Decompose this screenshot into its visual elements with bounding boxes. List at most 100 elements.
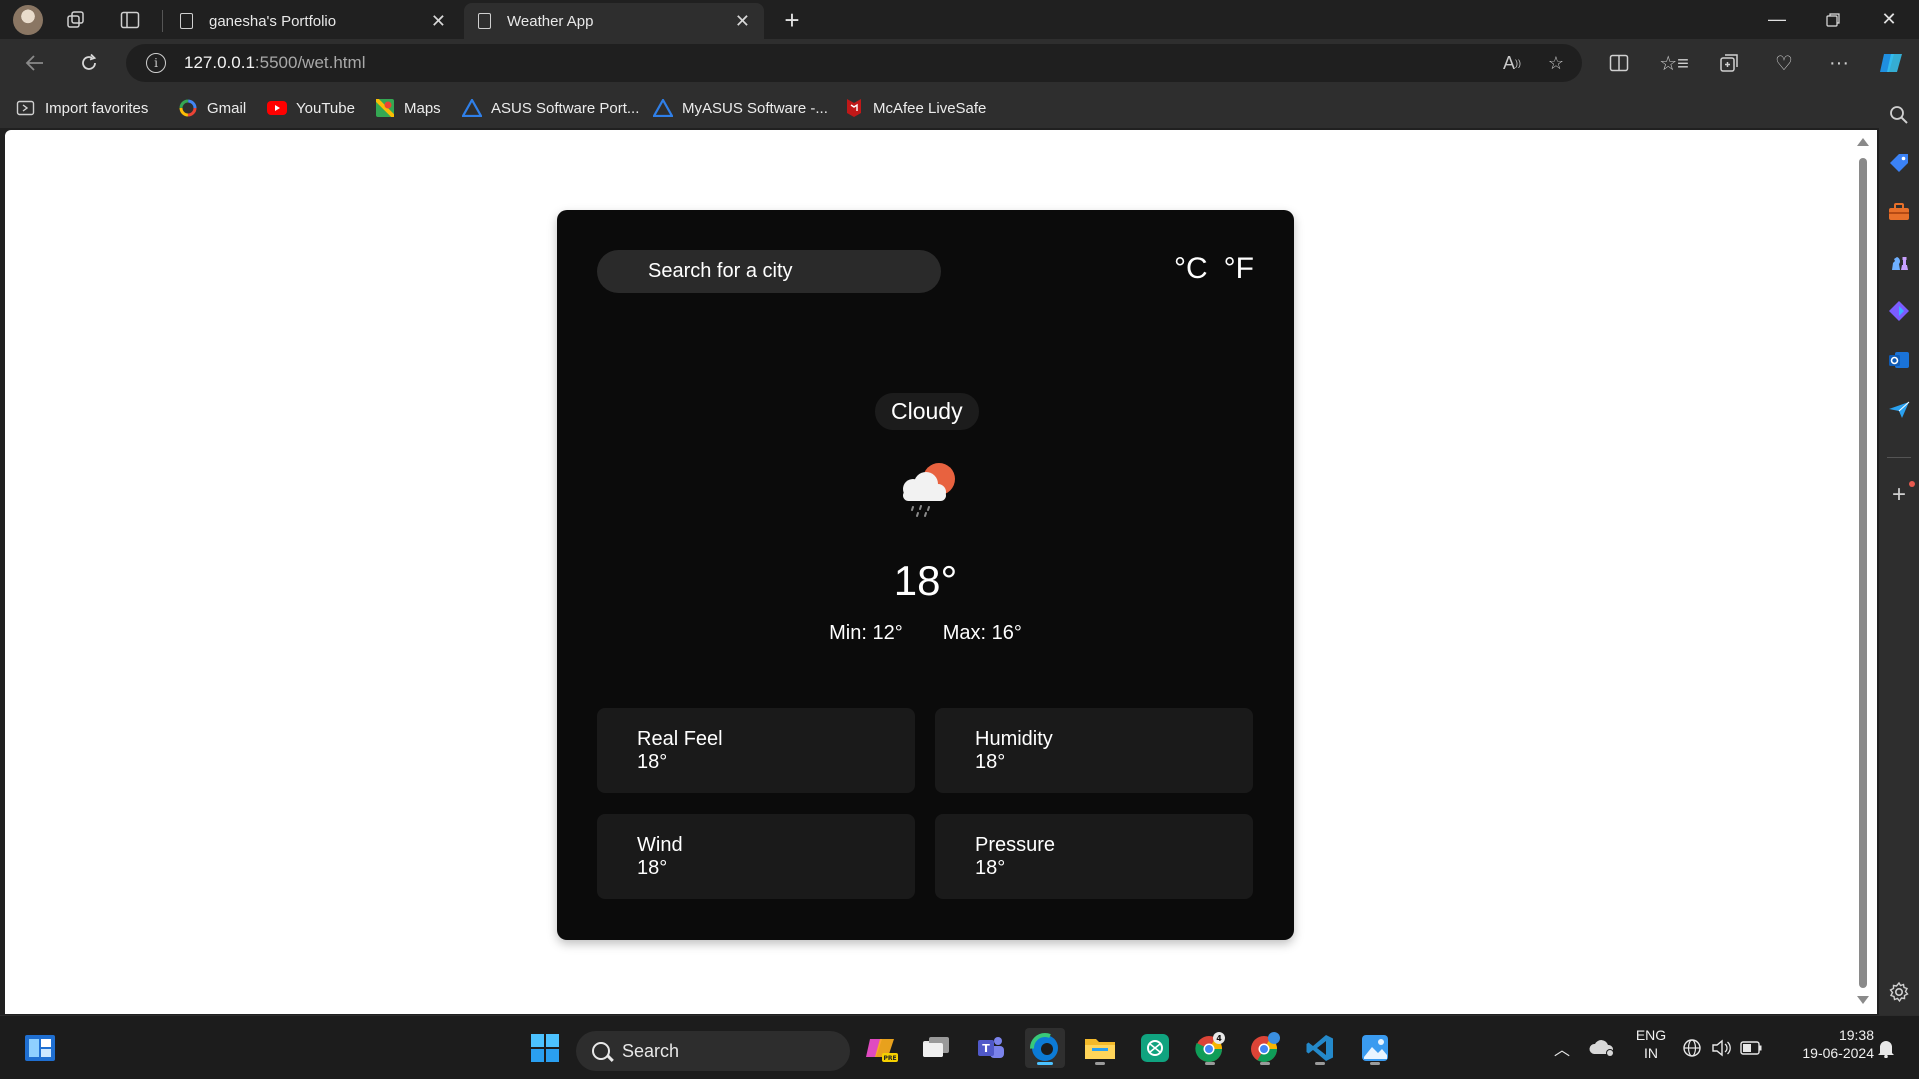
browser-essentials-button[interactable]: ♡ (1767, 47, 1801, 79)
send-paper-plane-icon (1889, 401, 1910, 418)
file-explorer-button[interactable] (1080, 1028, 1120, 1068)
profile-avatar[interactable] (12, 4, 44, 36)
onedrive-button[interactable] (1582, 1028, 1622, 1068)
scroll-up-arrow-icon[interactable] (1857, 138, 1869, 146)
sidebar-settings-button[interactable] (1885, 978, 1913, 1006)
active-app-indicator (1037, 1062, 1053, 1065)
taskbar-search[interactable]: Search (576, 1031, 850, 1071)
clock-time: 19:38 (1838, 1027, 1874, 1043)
vertical-tabs-button[interactable] (114, 4, 146, 36)
scrollbar-thumb[interactable] (1859, 158, 1867, 988)
asus-icon (653, 98, 673, 118)
sidebar-tools-button[interactable] (1885, 198, 1913, 226)
toolbox-icon (1889, 203, 1909, 220)
minimize-button[interactable]: — (1749, 0, 1805, 39)
split-screen-button[interactable] (1602, 47, 1636, 79)
copilot-taskbar-button[interactable]: PRE (862, 1028, 902, 1068)
input-language-indicator[interactable]: ENG IN (1630, 1026, 1672, 1062)
close-tab-icon[interactable]: ✕ (431, 11, 446, 32)
sidebar-outlook-button[interactable] (1885, 346, 1913, 374)
running-app-indicator (1370, 1062, 1380, 1065)
collections-icon (1720, 54, 1738, 72)
quick-settings-button[interactable] (1677, 1028, 1767, 1068)
chrome-badge-count: 4 (1216, 1034, 1222, 1043)
favorite-star-icon[interactable]: ☆ (1540, 52, 1572, 74)
start-button[interactable] (525, 1028, 565, 1068)
widgets-button[interactable] (20, 1028, 60, 1068)
back-button[interactable] (18, 47, 52, 79)
favorite-maps[interactable]: Maps (375, 96, 441, 120)
refresh-button[interactable] (72, 47, 106, 79)
sidebar-shopping-button[interactable] (1885, 149, 1913, 177)
copilot-button[interactable] (1875, 47, 1909, 79)
chatgpt-button[interactable] (1135, 1028, 1175, 1068)
city-search-input[interactable] (597, 250, 941, 293)
tab-weather-app[interactable]: Weather App ✕ (464, 3, 764, 39)
current-temperature: 18° (893, 557, 958, 604)
page-scrollbar[interactable] (1849, 130, 1877, 1014)
copilot-icon (1880, 54, 1902, 72)
vscode-button[interactable] (1300, 1028, 1340, 1068)
favorite-label: Gmail (207, 99, 247, 117)
detail-value: 18° (637, 857, 668, 879)
sidebar-copilot-designer-button[interactable] (1885, 297, 1913, 325)
folder-icon (1085, 1039, 1115, 1059)
new-tab-button[interactable]: + (776, 4, 808, 36)
notifications-button[interactable] (1866, 1028, 1906, 1068)
site-info-icon[interactable]: i (146, 53, 166, 73)
collections-button[interactable] (1712, 47, 1746, 79)
browser-toolbar: i 127.0.0.1:5500/wet.html A)) ☆ ☆≡ ♡ ··· (0, 39, 1919, 87)
running-app-indicator (1315, 1062, 1325, 1065)
favorite-gmail[interactable]: Gmail (178, 96, 246, 120)
pressure-card: Pressure 18° (935, 814, 1253, 899)
chatgpt-icon (1141, 1034, 1169, 1062)
favorite-import[interactable]: Import favorites (16, 96, 148, 120)
bell-icon (1878, 1041, 1894, 1058)
settings-more-button[interactable]: ··· (1822, 47, 1856, 79)
chevron-up-icon: ︿ (1553, 1042, 1570, 1059)
close-tab-icon[interactable]: ✕ (735, 11, 750, 32)
favorites-bar: Import favorites Gmail YouTube Maps ASUS… (0, 87, 1879, 128)
favorite-asus-software-portal[interactable]: ASUS Software Port... (462, 96, 639, 120)
favorite-mcafee[interactable]: McAfee LiveSafe (844, 96, 986, 120)
cloudy-rain-icon (903, 463, 955, 517)
favorites-button[interactable]: ☆≡ (1657, 47, 1691, 79)
sidebar-search-button[interactable] (1885, 101, 1913, 129)
restore-button[interactable] (1805, 0, 1861, 39)
clock[interactable]: 19:38 19-06-2024 (1780, 1026, 1874, 1062)
edge-taskbar-button[interactable] (1025, 1028, 1065, 1068)
teams-icon: T (978, 1037, 1004, 1058)
address-bar[interactable]: i 127.0.0.1:5500/wet.html A)) ☆ (126, 44, 1582, 82)
edge-sidebar: + (1879, 87, 1919, 1015)
designer-icon (1889, 301, 1909, 321)
detail-value: 18° (975, 751, 1006, 773)
celsius-button[interactable]: °C (1174, 252, 1208, 286)
sidebar-drop-button[interactable] (1885, 396, 1913, 424)
battery-icon (1740, 1041, 1762, 1055)
show-hidden-icons-button[interactable]: ︿ (1542, 1028, 1582, 1068)
tab-portfolio[interactable]: ganesha's Portfolio ✕ (166, 3, 460, 39)
favorite-label: MyASUS Software -... (682, 99, 828, 117)
favorite-youtube[interactable]: YouTube (267, 96, 355, 120)
globe-network-icon (1682, 1039, 1701, 1057)
favorite-myasus-software[interactable]: MyASUS Software -... (653, 96, 828, 120)
detail-value: 18° (975, 857, 1006, 879)
min-temperature: Min: 12° (829, 622, 903, 644)
scroll-down-arrow-icon[interactable] (1857, 996, 1869, 1004)
tab-title: ganesha's Portfolio (209, 12, 337, 30)
copilot-pre-icon: PRE (866, 1039, 898, 1062)
task-view-button[interactable] (916, 1028, 956, 1068)
chrome-profile-button[interactable] (1245, 1028, 1285, 1068)
close-window-button[interactable]: ✕ (1861, 0, 1917, 39)
google-icon (178, 98, 198, 118)
workspaces-button[interactable] (60, 4, 92, 36)
url-path: :5500/wet.html (254, 53, 366, 72)
windows-logo-icon (531, 1034, 559, 1062)
read-aloud-icon[interactable]: A)) (1496, 52, 1528, 74)
chrome-button[interactable]: 4 (1190, 1028, 1230, 1068)
fahrenheit-button[interactable]: °F (1224, 252, 1254, 286)
sidebar-games-button[interactable] (1885, 247, 1913, 275)
teams-button[interactable]: T (971, 1028, 1011, 1068)
url-host: 127.0.0.1 (184, 53, 255, 72)
photos-button[interactable] (1355, 1028, 1395, 1068)
